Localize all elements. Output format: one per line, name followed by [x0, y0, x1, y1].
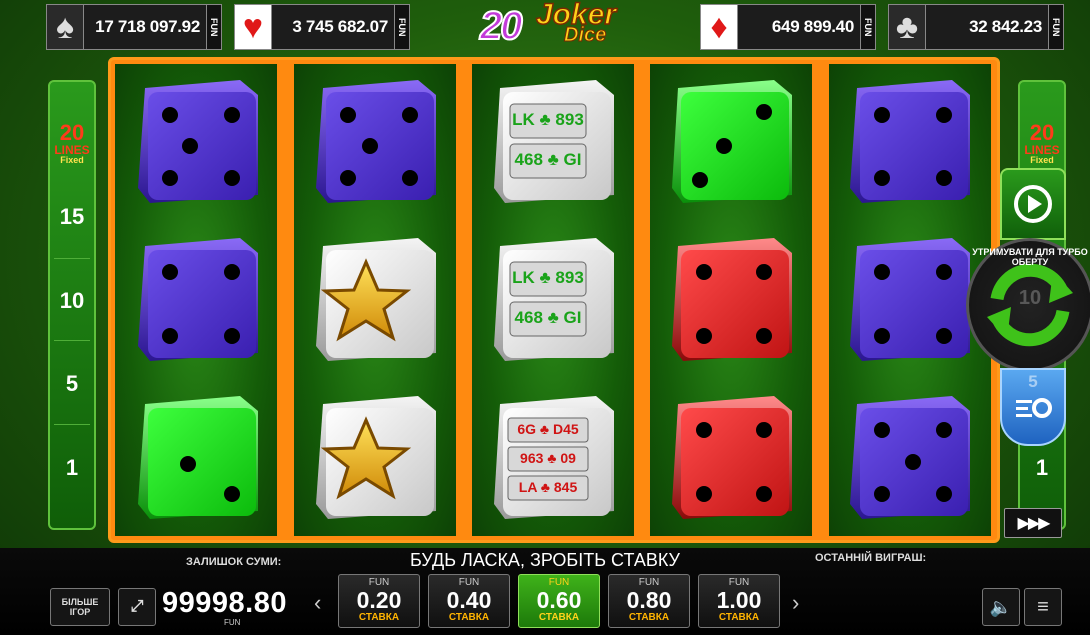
fast-forward-button[interactable]: ▶▶▶	[1004, 508, 1062, 538]
status-message: БУДЬ ЛАСКА, ЗРОБІТЬ СТАВКУ	[410, 550, 680, 570]
die-blue-four	[138, 238, 258, 361]
speaker-icon: 🔈	[989, 597, 1013, 617]
fast-forward-icon: ▶▶▶	[1017, 515, 1051, 532]
fullscreen-icon: ⤢	[130, 598, 144, 615]
lottery-text: 6G ♣ D45	[517, 421, 579, 437]
turbo-tooltip: УТРИМУВАТИ ДЛЯ ТУРБО ОБЕРТУ	[972, 247, 1088, 267]
autoplay-button[interactable]	[1000, 168, 1066, 240]
star-die	[316, 396, 436, 519]
lottery-die	[494, 238, 614, 361]
last-win-label: ОСТАННІЙ ВИГРАШ:	[815, 552, 927, 564]
fullscreen-button[interactable]: ⤢	[118, 588, 156, 626]
lottery-text: 468 ♣ GI	[514, 308, 582, 327]
hamburger-menu-icon: ≡	[1037, 596, 1049, 618]
replay-icon	[1014, 185, 1052, 223]
bet-option-selected[interactable]: FUN 0.60 СТАВКА	[518, 574, 600, 628]
lottery-text: LA ♣ 845	[518, 479, 578, 495]
turbo-spin-button[interactable]: УТРИМУВАТИ ДЛЯ ТУРБО ОБЕРТУ 10	[966, 238, 1090, 372]
lottery-text: LK ♣ 893	[512, 110, 584, 129]
bet-right-arrow[interactable]: ›	[792, 590, 799, 616]
lottery-die	[494, 80, 614, 203]
die-blue-four	[850, 238, 970, 361]
sound-button[interactable]: 🔈	[982, 588, 1020, 626]
die-blue-four	[138, 80, 258, 203]
die-green-two	[138, 396, 258, 519]
faded-line-number: 10	[1018, 287, 1042, 309]
lottery-text: 468 ♣ GI	[514, 150, 582, 169]
settings-button[interactable]: 5	[1000, 368, 1066, 446]
more-games-button[interactable]: БІЛЬШЕ ІГОР	[50, 588, 110, 626]
bet-option[interactable]: FUN 0.20 СТАВКА	[338, 574, 420, 628]
bet-option[interactable]: FUN 0.40 СТАВКА	[428, 574, 510, 628]
star-die	[316, 238, 436, 361]
bet-left-arrow[interactable]: ‹	[314, 590, 321, 616]
die-red-four	[672, 396, 792, 519]
die-green-three	[672, 80, 792, 203]
lottery-text: LK ♣ 893	[512, 268, 584, 287]
balance-unit: FUN	[224, 618, 241, 627]
die-blue-five	[850, 396, 970, 519]
die-blue-four	[316, 80, 436, 203]
bet-option[interactable]: FUN 0.80 СТАВКА	[608, 574, 690, 628]
lottery-text: 963 ♣ 09	[520, 450, 576, 466]
balance-label: ЗАЛИШОК СУМИ:	[186, 556, 282, 568]
die-red-four	[672, 238, 792, 361]
die-blue-four	[850, 80, 970, 203]
menu-button[interactable]: ≡	[1024, 588, 1062, 626]
bet-option[interactable]: FUN 1.00 СТАВКА	[698, 574, 780, 628]
faded-line-number: 5	[1028, 372, 1038, 391]
balance-value: 99998.80	[162, 587, 287, 619]
